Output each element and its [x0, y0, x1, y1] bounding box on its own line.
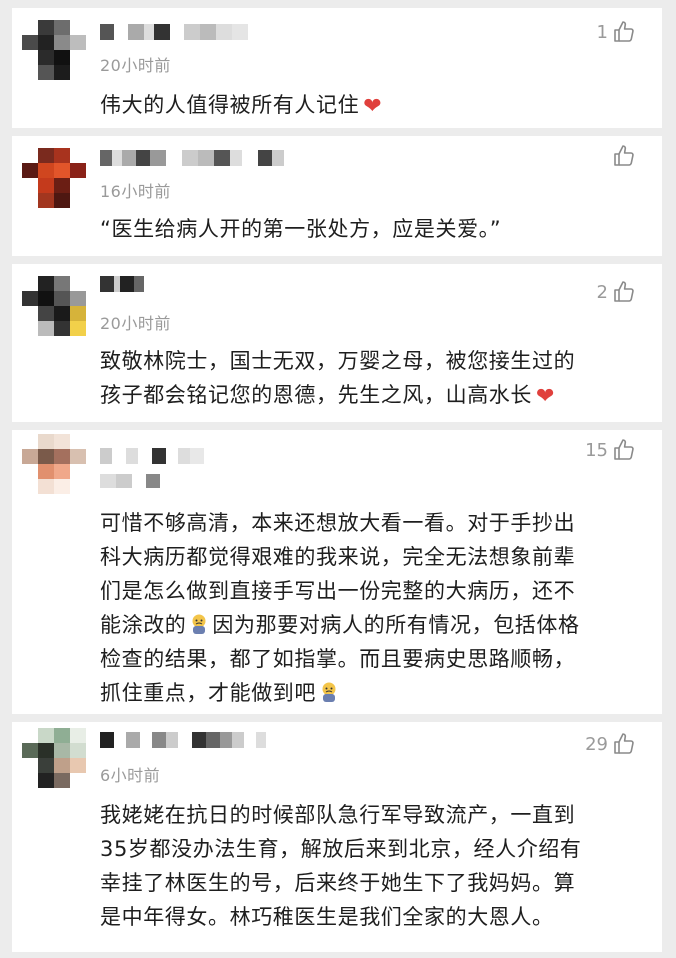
heart-icon: ❤: [536, 384, 556, 409]
comment-card: 20小时前 2 致敬林院士，国士无双，万婴之母，被您接生过的 孩子都会铭记您的恩…: [12, 264, 662, 422]
like-count: 29: [585, 733, 608, 755]
comment-line: 我姥姥在抗日的时候部队急行军导致流产，一直到: [100, 803, 576, 827]
comment-time: 20小时前: [100, 56, 171, 75]
comment-line: 幸挂了林医生的号，后来终于她生下了我妈妈。算: [100, 871, 576, 895]
comment-card: 6小时前 29 我姥姥在抗日的时候部队急行军导致流产，一直到 35岁都没办法生育…: [12, 722, 662, 952]
username-blurred[interactable]: [100, 276, 144, 292]
thumbs-up-icon: [612, 20, 636, 44]
thumbs-up-icon: [612, 280, 636, 304]
avatar[interactable]: [22, 728, 86, 788]
comment-line: 抓住重点，才能做到吧: [100, 676, 642, 710]
comment-text: 伟大的人值得被所有人记住 ❤: [100, 88, 642, 124]
username-blurred[interactable]: [100, 448, 204, 464]
comment-line: 们是怎么做到直接手写出一份完整的大病历，还不: [100, 579, 576, 603]
comment-body: 能涂改的: [100, 613, 187, 637]
comment-text: 致敬林院士，国士无双，万婴之母，被您接生过的 孩子都会铭记您的恩德，先生之风，山…: [100, 344, 642, 414]
comment-card: 20小时前 1 伟大的人值得被所有人记住 ❤: [12, 8, 662, 128]
like-button[interactable]: 29: [585, 732, 636, 756]
like-count: 2: [596, 281, 608, 303]
comment-text: “医生给病人开的第一张处方，应是关爱。”: [100, 217, 502, 241]
thumbs-up-icon: [612, 144, 636, 168]
like-count: 15: [585, 439, 608, 461]
comment-body: 孩子都会铭记您的恩德，先生之风，山高水长: [100, 383, 532, 407]
heart-icon: ❤: [363, 94, 383, 119]
comment-line: 可惜不够高清，本来还想放大看一看。对于手抄出: [100, 511, 576, 535]
comment-body: 抓住重点，才能做到吧: [100, 681, 316, 705]
avatar[interactable]: [22, 276, 86, 336]
username-blurred[interactable]: [100, 150, 284, 166]
like-count: 1: [596, 21, 608, 43]
comment-line: 科大病历都觉得艰难的我来说，完全无法想象前辈: [100, 545, 576, 569]
like-button[interactable]: 1: [597, 20, 636, 44]
comment-card: 15 可惜不够高清，本来还想放大看一看。对于手抄出 科大病历都觉得艰难的我来说，…: [12, 430, 662, 714]
comment-card: 16小时前 “医生给病人开的第一张处方，应是关爱。”: [12, 136, 662, 256]
comment-time: 6小时前: [100, 766, 161, 785]
thumbs-up-icon: [612, 438, 636, 462]
comment-body: 因为那要对病人的所有情况，包括体格: [212, 613, 580, 637]
avatar[interactable]: [22, 434, 86, 494]
avatar[interactable]: [22, 148, 86, 208]
comment-text: 我姥姥在抗日的时候部队急行军导致流产，一直到 35岁都没办法生育，解放后来到北京…: [100, 798, 642, 934]
comment-time: 16小时前: [100, 182, 171, 201]
comment-line: 能涂改的 因为那要对病人的所有情况，包括体格: [100, 608, 642, 642]
crying-emoji-icon: [189, 611, 209, 634]
like-button[interactable]: [608, 144, 636, 168]
crying-emoji-icon: [319, 679, 339, 702]
username-blurred[interactable]: [100, 732, 266, 748]
username-blurred[interactable]: [100, 24, 248, 40]
comment-feed: 20小时前 1 伟大的人值得被所有人记住 ❤ 16小时前 “医生给病人开的第一张…: [0, 0, 676, 958]
thumbs-up-icon: [612, 732, 636, 756]
comment-line: 35岁都没办法生育，解放后来到北京，经人介绍有: [100, 837, 582, 861]
comment-time: 20小时前: [100, 314, 171, 333]
comment-line: 检查的结果，都了如指掌。而且要病史思路顺畅，: [100, 647, 576, 671]
comment-line: 是中年得女。林巧稚医生是我们全家的大恩人。: [100, 905, 554, 929]
like-button[interactable]: 15: [585, 438, 636, 462]
like-button[interactable]: 2: [597, 280, 636, 304]
avatar[interactable]: [22, 20, 86, 80]
username-second-line-blurred: [100, 474, 172, 488]
comment-body: 伟大的人值得被所有人记住: [100, 93, 360, 117]
comment-line: 致敬林院士，国士无双，万婴之母，被您接生过的: [100, 349, 576, 373]
comment-line: 孩子都会铭记您的恩德，先生之风，山高水长 ❤: [100, 378, 642, 414]
comment-text: 可惜不够高清，本来还想放大看一看。对于手抄出 科大病历都觉得艰难的我来说，完全无…: [100, 506, 642, 710]
